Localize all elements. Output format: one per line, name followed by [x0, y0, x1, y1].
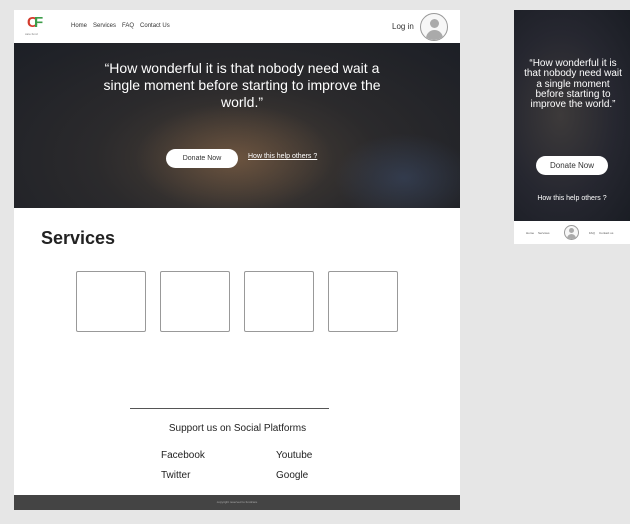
nav-home[interactable]: Home [71, 23, 87, 29]
logo-letter-f: F [34, 14, 44, 31]
mobile-donate-now-button[interactable]: Donate Now [536, 156, 608, 175]
social-link-twitter[interactable]: Twitter [161, 470, 190, 481]
mobile-avatar-body [567, 234, 576, 239]
service-card[interactable] [244, 271, 314, 332]
top-navbar: C F care fund Home Services FAQ Contact … [14, 10, 460, 43]
services-title: Services [41, 228, 116, 248]
mobile-nav-services[interactable]: Services [538, 231, 550, 235]
login-link[interactable]: Log in [392, 22, 414, 31]
social-link-youtube[interactable]: Youtube [276, 450, 312, 461]
mobile-hero-quote: “How wonderful it is that nobody need wa… [524, 58, 622, 111]
nav-menu: Home Services FAQ Contact Us [71, 23, 170, 29]
mobile-avatar-head [569, 228, 574, 233]
footer-copyright: copyright reserved to fundcare [216, 500, 258, 504]
hero-background-glow-secondary [334, 133, 460, 208]
nav-services[interactable]: Services [93, 23, 116, 29]
user-avatar-icon[interactable] [420, 13, 448, 41]
avatar-head [430, 19, 439, 28]
hero-banner: “How wonderful it is that nobody need wa… [14, 43, 460, 208]
service-card[interactable] [76, 271, 146, 332]
logo[interactable]: C F care fund [25, 14, 49, 37]
hero-quote: “How wonderful it is that nobody need wa… [103, 60, 381, 110]
nav-faq[interactable]: FAQ [122, 23, 134, 29]
mobile-user-avatar-icon[interactable] [564, 225, 579, 240]
footer-bar: copyright reserved to fundcare [14, 495, 460, 510]
mobile-hero-banner: “How wonderful it is that nobody need wa… [514, 10, 630, 221]
mobile-nav-contact[interactable]: Contact us [599, 231, 613, 235]
mobile-bottom-navbar: Home Services FAQ Contact us [514, 221, 630, 244]
service-card[interactable] [160, 271, 230, 332]
social-divider [130, 408, 329, 409]
mobile-nav-faq[interactable]: FAQ [589, 231, 595, 235]
mobile-nav-home[interactable]: Home [526, 231, 534, 235]
desktop-frame: C F care fund Home Services FAQ Contact … [14, 10, 460, 510]
social-link-google[interactable]: Google [276, 470, 308, 481]
social-heading: Support us on Social Platforms [168, 423, 307, 434]
nav-contact[interactable]: Contact Us [140, 23, 170, 29]
mobile-how-this-helps-link[interactable]: How this help others ? [514, 195, 630, 202]
social-link-facebook[interactable]: Facebook [161, 450, 205, 461]
mobile-nav-right: FAQ Contact us [589, 231, 613, 235]
service-card[interactable] [328, 271, 398, 332]
mobile-nav-left: Home Services [526, 231, 550, 235]
logo-tagline: care fund [25, 32, 38, 36]
donate-now-button[interactable]: Donate Now [166, 149, 238, 168]
avatar-body [426, 30, 443, 40]
mobile-frame: “How wonderful it is that nobody need wa… [514, 10, 630, 244]
how-this-helps-link[interactable]: How this help others ? [248, 153, 317, 160]
